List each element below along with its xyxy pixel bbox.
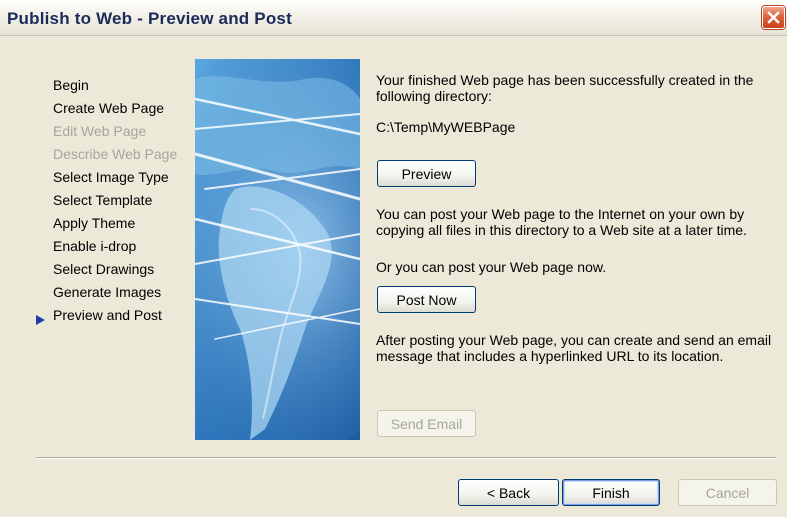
step-preview-and-post: Preview and Post [53,307,162,323]
finish-button[interactable]: Finish [562,479,660,506]
current-step-arrow-icon [36,315,45,325]
close-icon [767,11,780,24]
step-enable-i-drop: Enable i-drop [53,238,137,254]
preview-button[interactable]: Preview [377,160,476,187]
step-select-drawings: Select Drawings [53,261,155,277]
send-email-button[interactable]: Send Email [377,410,476,437]
window-title: Publish to Web - Preview and Post [7,9,292,28]
back-button[interactable]: < Back [458,479,559,506]
step-select-template: Select Template [53,192,153,208]
email-message: After posting your Web page, you can cre… [376,332,772,364]
directory-path: C:\Temp\MyWEBPage [376,119,516,135]
step-begin: Begin [53,77,89,93]
cancel-button[interactable]: Cancel [678,479,777,506]
close-button[interactable] [762,6,785,29]
step-edit-web-page: Edit Web Page [53,123,147,139]
step-generate-images: Generate Images [53,284,162,300]
step-select-image-type: Select Image Type [53,169,169,185]
post-now-message: Or you can post your Web page now. [376,259,607,275]
success-message: Your finished Web page has been successf… [376,72,754,104]
post-later-message: You can post your Web page to the Intern… [376,206,747,238]
post-now-button[interactable]: Post Now [377,286,476,313]
footer-divider [36,457,776,459]
step-describe-web-page: Describe Web Page [53,146,178,162]
title-bar[interactable]: Publish to Web - Preview and Post [0,0,787,36]
step-apply-theme: Apply Theme [53,215,136,231]
globe-banner-image [195,59,360,440]
step-create-web-page: Create Web Page [53,100,165,116]
